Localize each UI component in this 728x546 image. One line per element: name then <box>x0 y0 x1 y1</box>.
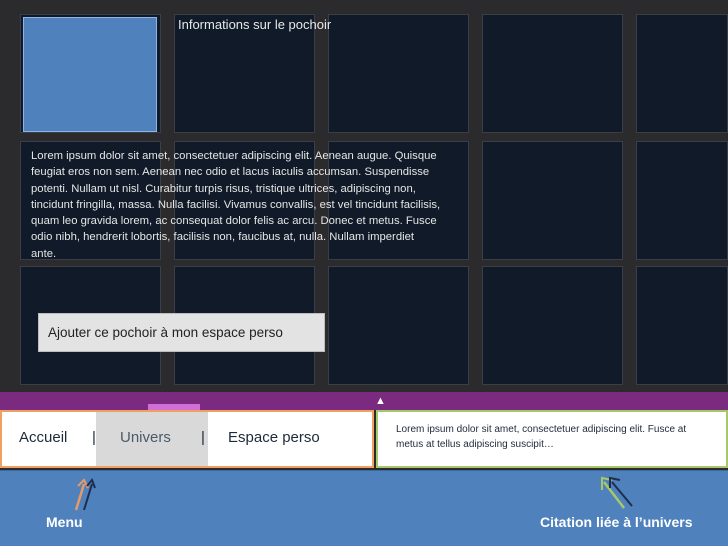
add-to-personal-space-button[interactable]: Ajouter ce pochoir à mon espace perso <box>38 313 325 352</box>
purple-divider-bar <box>0 392 728 410</box>
menu-separator: | <box>201 429 205 446</box>
citation-pointer-arrow-icon <box>601 476 633 509</box>
stencil-tile[interactable] <box>636 14 728 133</box>
menu-annotation-label: Menu <box>46 514 83 530</box>
stencil-tile[interactable] <box>482 141 623 260</box>
menu-item-espace-perso[interactable]: Espace perso <box>228 429 320 446</box>
info-panel-title: Informations sur le pochoir <box>178 17 332 32</box>
menu-separator: | <box>92 429 96 446</box>
selected-stencil-preview <box>23 17 157 132</box>
menu-pointer-arrow-icon <box>74 478 96 511</box>
menu-item-accueil[interactable]: Accueil <box>19 429 67 446</box>
stencil-tile[interactable] <box>636 141 728 260</box>
quote-text: Lorem ipsum dolor sit amet, consectetuer… <box>396 424 687 450</box>
universe-quote: Lorem ipsum dolor sit amet, consectetuer… <box>376 410 728 468</box>
stencil-tile[interactable] <box>482 14 623 133</box>
stencil-description: Lorem ipsum dolor sit amet, consectetuer… <box>31 150 441 260</box>
citation-annotation-label: Citation liée à l’univers <box>540 514 693 530</box>
menu-item-univers[interactable]: Univers <box>120 429 171 446</box>
stencil-tile[interactable] <box>328 14 469 133</box>
main-menu: Accueil | Univers | Espace perso <box>0 410 374 468</box>
stencil-tile[interactable] <box>482 266 623 385</box>
collapse-toggle-icon[interactable]: ▲ <box>375 395 386 407</box>
stencil-tile[interactable] <box>328 266 469 385</box>
stencil-tile[interactable] <box>636 266 728 385</box>
